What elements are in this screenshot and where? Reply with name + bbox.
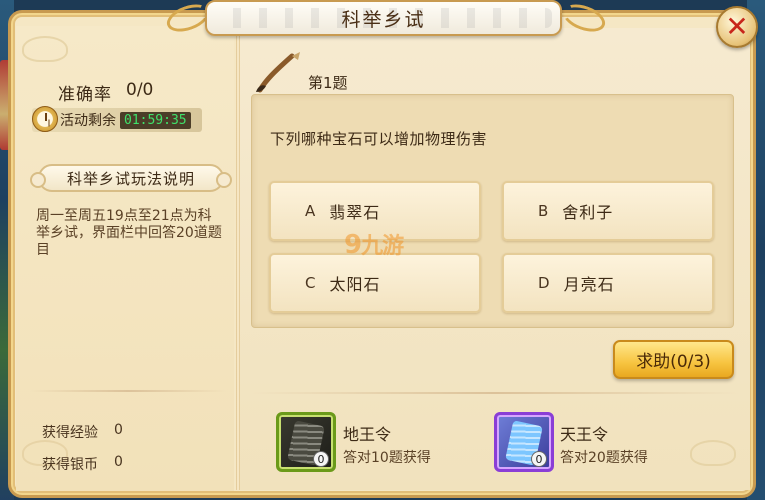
item-count: 0 xyxy=(313,451,329,467)
scroll-dark-icon[interactable]: 0 xyxy=(276,412,336,472)
help-button[interactable]: 求助(0/3) xyxy=(613,340,734,379)
timer-value: 01:59:35 xyxy=(120,111,191,129)
dialog-title: 科举乡试 xyxy=(341,8,426,31)
item-count: 0 xyxy=(531,451,547,467)
item-description: 答对10题获得 xyxy=(343,450,431,466)
cloud-ornament xyxy=(22,36,68,62)
accuracy-label: 准确率 xyxy=(58,85,112,105)
item-description: 答对20题获得 xyxy=(560,450,648,466)
accuracy-row: 准确率 0/0 xyxy=(58,80,153,105)
timer-label: 活动剩余 xyxy=(60,113,116,129)
option-text: 太阳石 xyxy=(329,275,381,294)
event-timer: 活动剩余 01:59:35 xyxy=(32,106,202,132)
right-divider xyxy=(252,392,738,394)
question-number: 第1题 xyxy=(308,74,348,92)
clock-icon xyxy=(32,106,58,132)
stat-value: 0 xyxy=(114,422,123,438)
title-plaque: 科举乡试 xyxy=(205,0,562,36)
option-letter: C xyxy=(305,274,316,292)
close-button[interactable]: ✕ xyxy=(716,6,758,48)
option-text: 翡翠石 xyxy=(329,203,381,222)
close-icon: ✕ xyxy=(725,10,749,43)
rules-description: 周一至周五19点至21点为科举乡试，界面栏中回答20道题目 xyxy=(36,208,222,258)
accuracy-value: 0/0 xyxy=(126,80,154,100)
option-letter: D xyxy=(538,274,550,292)
watermark-logo: 9九游 xyxy=(344,230,404,260)
item-name: 天王令 xyxy=(560,425,609,444)
cloud-ornament xyxy=(690,440,736,466)
stat-silver: 获得银币 0 xyxy=(42,454,123,474)
scroll-blue-icon[interactable]: 0 xyxy=(494,412,554,472)
brush-icon xyxy=(256,52,300,93)
stat-experience: 获得经验 0 xyxy=(42,422,123,442)
item-name: 地王令 xyxy=(343,425,392,444)
option-text: 月亮石 xyxy=(563,275,615,294)
left-divider xyxy=(30,390,226,392)
option-text: 舍利子 xyxy=(562,203,614,222)
answer-option-d[interactable]: D 月亮石 xyxy=(502,253,714,313)
option-letter: A xyxy=(305,202,316,220)
answer-option-c[interactable]: C 太阳石 xyxy=(269,253,481,313)
answer-option-b[interactable]: B 舍利子 xyxy=(502,181,714,241)
rules-title: 科举乡试玩法说明 xyxy=(66,169,195,188)
option-letter: B xyxy=(538,202,549,220)
rules-header: 科举乡试玩法说明 xyxy=(30,164,232,192)
stat-value: 0 xyxy=(114,454,123,470)
stat-label: 获得经验 xyxy=(42,425,98,441)
question-text: 下列哪种宝石可以增加物理伤害 xyxy=(270,130,488,148)
stat-label: 获得银币 xyxy=(42,457,98,473)
